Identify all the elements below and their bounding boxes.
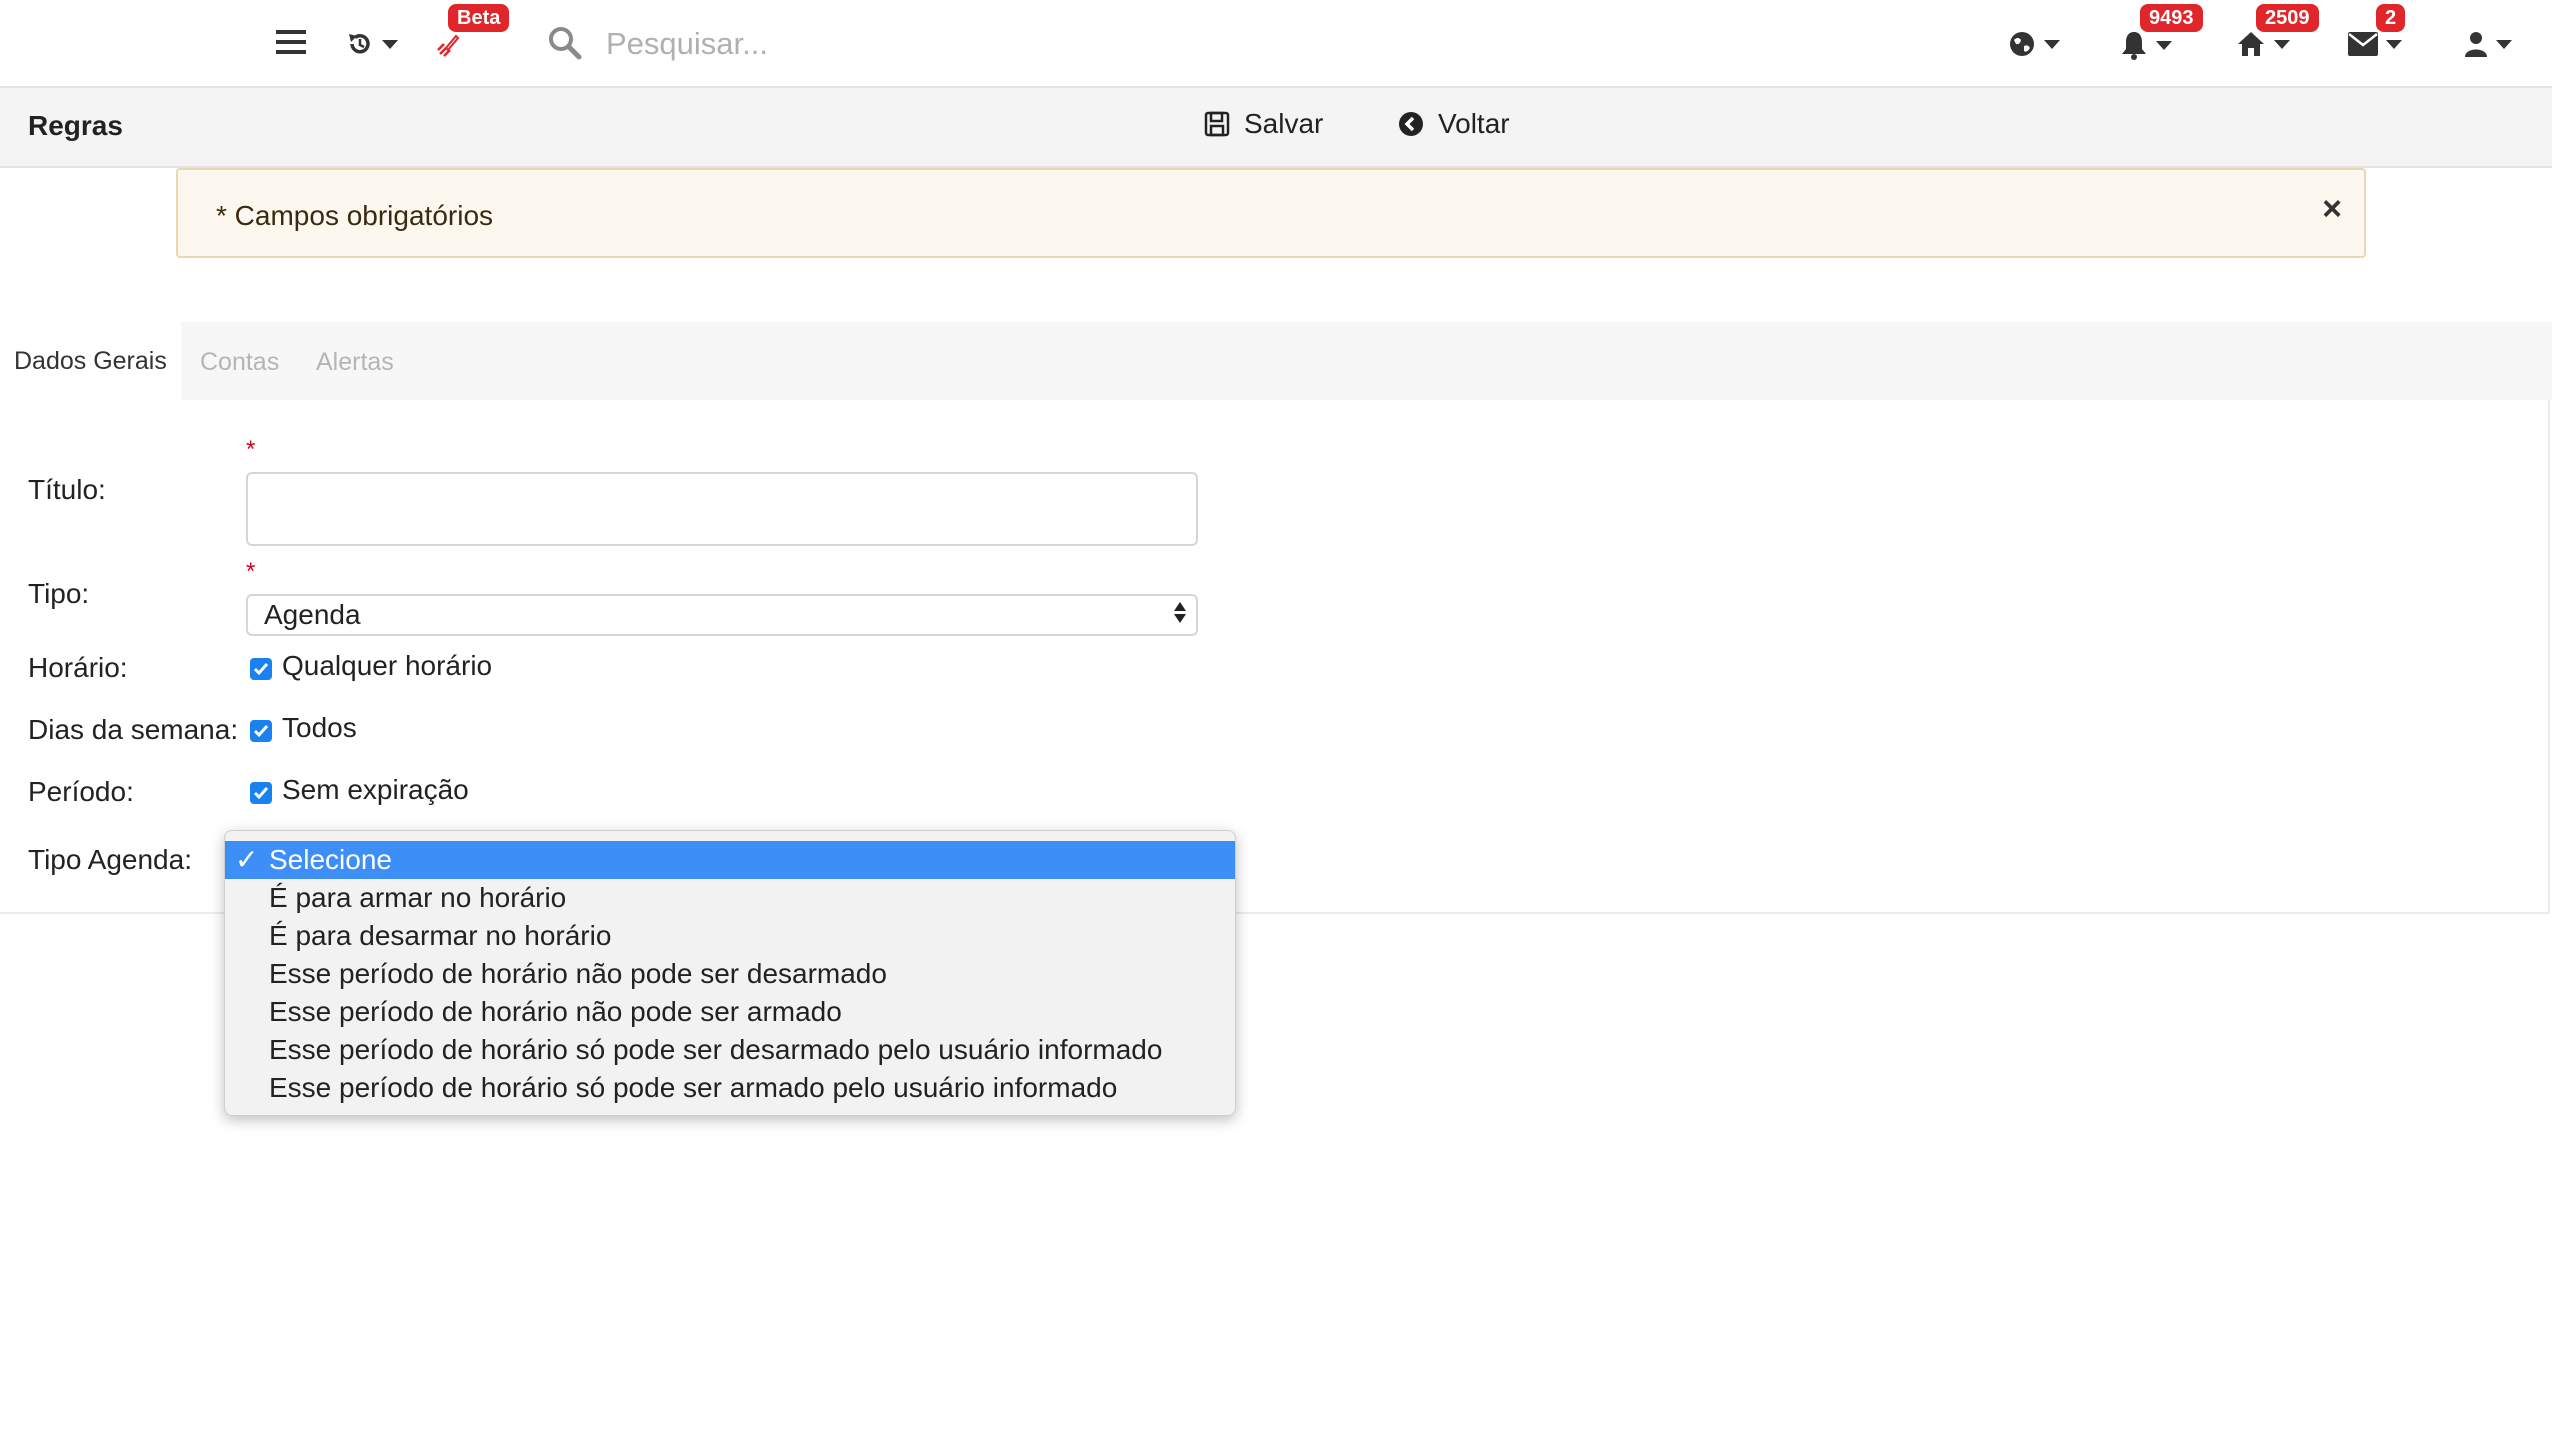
tipo-select[interactable]: Agenda (246, 594, 1198, 636)
envelope-icon (2348, 32, 2378, 56)
beta-badge: Beta (448, 4, 510, 32)
home-dropdown[interactable] (2236, 30, 2290, 58)
page-toolbar: Regras Salvar Voltar (0, 88, 2552, 168)
tab-dados-gerais[interactable]: Dados Gerais (0, 322, 181, 400)
beta-features-button[interactable] (436, 32, 462, 58)
chevron-down-icon (2274, 39, 2290, 49)
dropdown-option-nao-armado[interactable]: Esse período de horário não pode ser arm… (225, 993, 1235, 1031)
horario-checkbox[interactable]: Qualquer horário (250, 650, 492, 682)
search-icon (548, 26, 582, 60)
checkbox-checked-icon (250, 658, 272, 680)
notifications-dropdown[interactable] (2120, 30, 2172, 60)
required-marker: * (246, 558, 256, 585)
select-arrows-icon (1174, 602, 1186, 623)
tab-contas[interactable]: Contas (200, 348, 279, 377)
notifications-badge: 9493 (2140, 4, 2203, 32)
dropdown-option-selecione[interactable]: ✓ Selecione (225, 841, 1235, 879)
back-button[interactable]: Voltar (1398, 108, 1510, 140)
checkmark-icon: ✓ (235, 844, 259, 875)
page-title: Regras (28, 110, 123, 141)
dropdown-option-armar[interactable]: É para armar no horário (225, 879, 1235, 917)
history-icon (349, 34, 370, 54)
user-dropdown[interactable] (2464, 30, 2512, 58)
rocket-icon (437, 34, 460, 57)
chevron-down-icon (2496, 39, 2512, 49)
home-icon (2238, 32, 2264, 56)
history-dropdown[interactable] (346, 30, 398, 58)
bell-icon (2122, 32, 2146, 60)
menu-icon[interactable] (276, 28, 306, 56)
dropdown-option-desarmado-usuario[interactable]: Esse período de horário só pode ser desa… (225, 1031, 1235, 1069)
tipo-select-value: Agenda (264, 599, 361, 630)
chevron-circle-left-icon (1399, 112, 1423, 136)
messages-dropdown[interactable] (2348, 32, 2402, 56)
language-dropdown[interactable] (2008, 30, 2060, 58)
option-label: Selecione (269, 844, 392, 875)
chevron-down-icon (2044, 39, 2060, 49)
tipo-label: Tipo: (28, 578, 90, 609)
search-input[interactable] (604, 20, 1208, 68)
messages-badge: 2 (2376, 4, 2406, 32)
close-icon[interactable]: × (2322, 190, 2342, 229)
horario-checkbox-label: Qualquer horário (282, 650, 493, 681)
tab-alertas[interactable]: Alertas (316, 348, 394, 377)
horario-label: Horário: (28, 652, 128, 683)
dias-semana-checkbox[interactable]: Todos (250, 712, 357, 744)
titulo-input[interactable] (246, 472, 1198, 546)
back-button-label: Voltar (1438, 108, 1510, 139)
top-navbar: Beta 9493 2509 2 (0, 0, 2552, 88)
floppy-disk-icon (1204, 111, 1230, 137)
periodo-checkbox-label: Sem expiração (282, 774, 469, 805)
dropdown-option-nao-desarmado[interactable]: Esse período de horário não pode ser des… (225, 955, 1235, 993)
titulo-label: Título: (28, 474, 106, 505)
save-button-label: Salvar (1244, 108, 1324, 139)
periodo-checkbox[interactable]: Sem expiração (250, 774, 469, 806)
checkbox-checked-icon (250, 720, 272, 742)
user-icon (2465, 32, 2487, 57)
tipo-agenda-dropdown[interactable]: ✓ Selecione É para armar no horário É pa… (224, 830, 1236, 1116)
dias-semana-label: Dias da semana: (28, 714, 239, 745)
required-fields-alert: * Campos obrigatórios × (176, 168, 2366, 258)
alert-text: * Campos obrigatórios (216, 200, 494, 231)
chevron-down-icon (2156, 40, 2172, 50)
dias-semana-checkbox-label: Todos (282, 712, 357, 743)
home-badge: 2509 (2256, 4, 2319, 32)
dropdown-option-armado-usuario[interactable]: Esse período de horário só pode ser arma… (225, 1069, 1235, 1107)
form-tabs: Dados Gerais Contas Alertas (0, 322, 2552, 400)
required-marker: * (246, 436, 256, 463)
checkbox-checked-icon (250, 782, 272, 804)
globe-icon (2010, 32, 2034, 56)
chevron-down-icon (382, 39, 398, 49)
dropdown-option-desarmar[interactable]: É para desarmar no horário (225, 917, 1235, 955)
tipo-agenda-label: Tipo Agenda: (28, 844, 192, 875)
chevron-down-icon (2386, 39, 2402, 49)
save-button[interactable]: Salvar (1204, 108, 1323, 140)
periodo-label: Período: (28, 776, 134, 807)
